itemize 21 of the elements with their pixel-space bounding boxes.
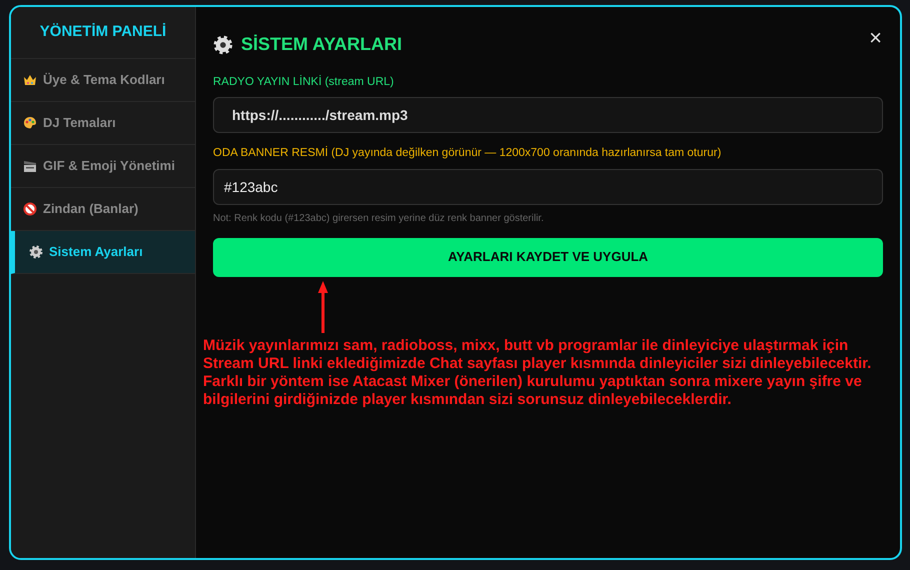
clapper-icon xyxy=(23,160,37,172)
sidebar-item[interactable]: DJ Temaları xyxy=(11,102,195,145)
close-button[interactable]: × xyxy=(869,27,882,49)
gear-icon xyxy=(29,245,43,259)
field-label: RADYO YAYIN LİNKİ (stream URL) xyxy=(213,74,395,90)
panel-title: SİSTEM AYARLARI xyxy=(241,33,402,56)
palette-icon xyxy=(23,116,37,130)
input-field[interactable]: #123abc xyxy=(213,168,883,204)
crown-icon xyxy=(23,74,37,86)
sidebar-item[interactable]: Üye & Tema Kodları xyxy=(11,59,195,102)
sidebar-item[interactable]: Sistem Ayarları xyxy=(11,231,195,274)
input-field[interactable]: https://............/stream.mp3 xyxy=(213,97,883,134)
save-button[interactable]: AYARLARI KAYDET VE UYGULA xyxy=(213,238,883,276)
arrow xyxy=(318,280,328,332)
gear-icon xyxy=(213,34,233,54)
sidebar-title: YÖNETİM PANELİ xyxy=(40,22,166,42)
prohibited-icon xyxy=(23,202,37,216)
note-text: Not: Renk kodu (#123abc) girersen resim yerine düz renk banner gösterilir. xyxy=(213,212,545,226)
sidebar-item[interactable]: GIF & Emoji Yönetimi xyxy=(11,145,195,188)
field-label: ODA BANNER RESMİ (DJ yayında değilken görünür — 1200x700 oranında hazırlanırsa tam oturur) xyxy=(213,145,722,162)
annotation-text: Müzik yayınlarımızı sam, radioboss, mixx, butt vb programlar ile dinleyiciye ulaştırmak için Stream URL linki eklediğimizde Chat sayfası player kısmında dinleyiciler sizi dinleyebilecektir. Farklı bir yöntem ise Atacast Mixer (önerilen) kurulumu yaptıktan sonra mixere yayın şifre ve bilgilerini girdiğinizde player kısmından sizi sorunsuz dinleyebileceklerdir. xyxy=(203,336,872,408)
